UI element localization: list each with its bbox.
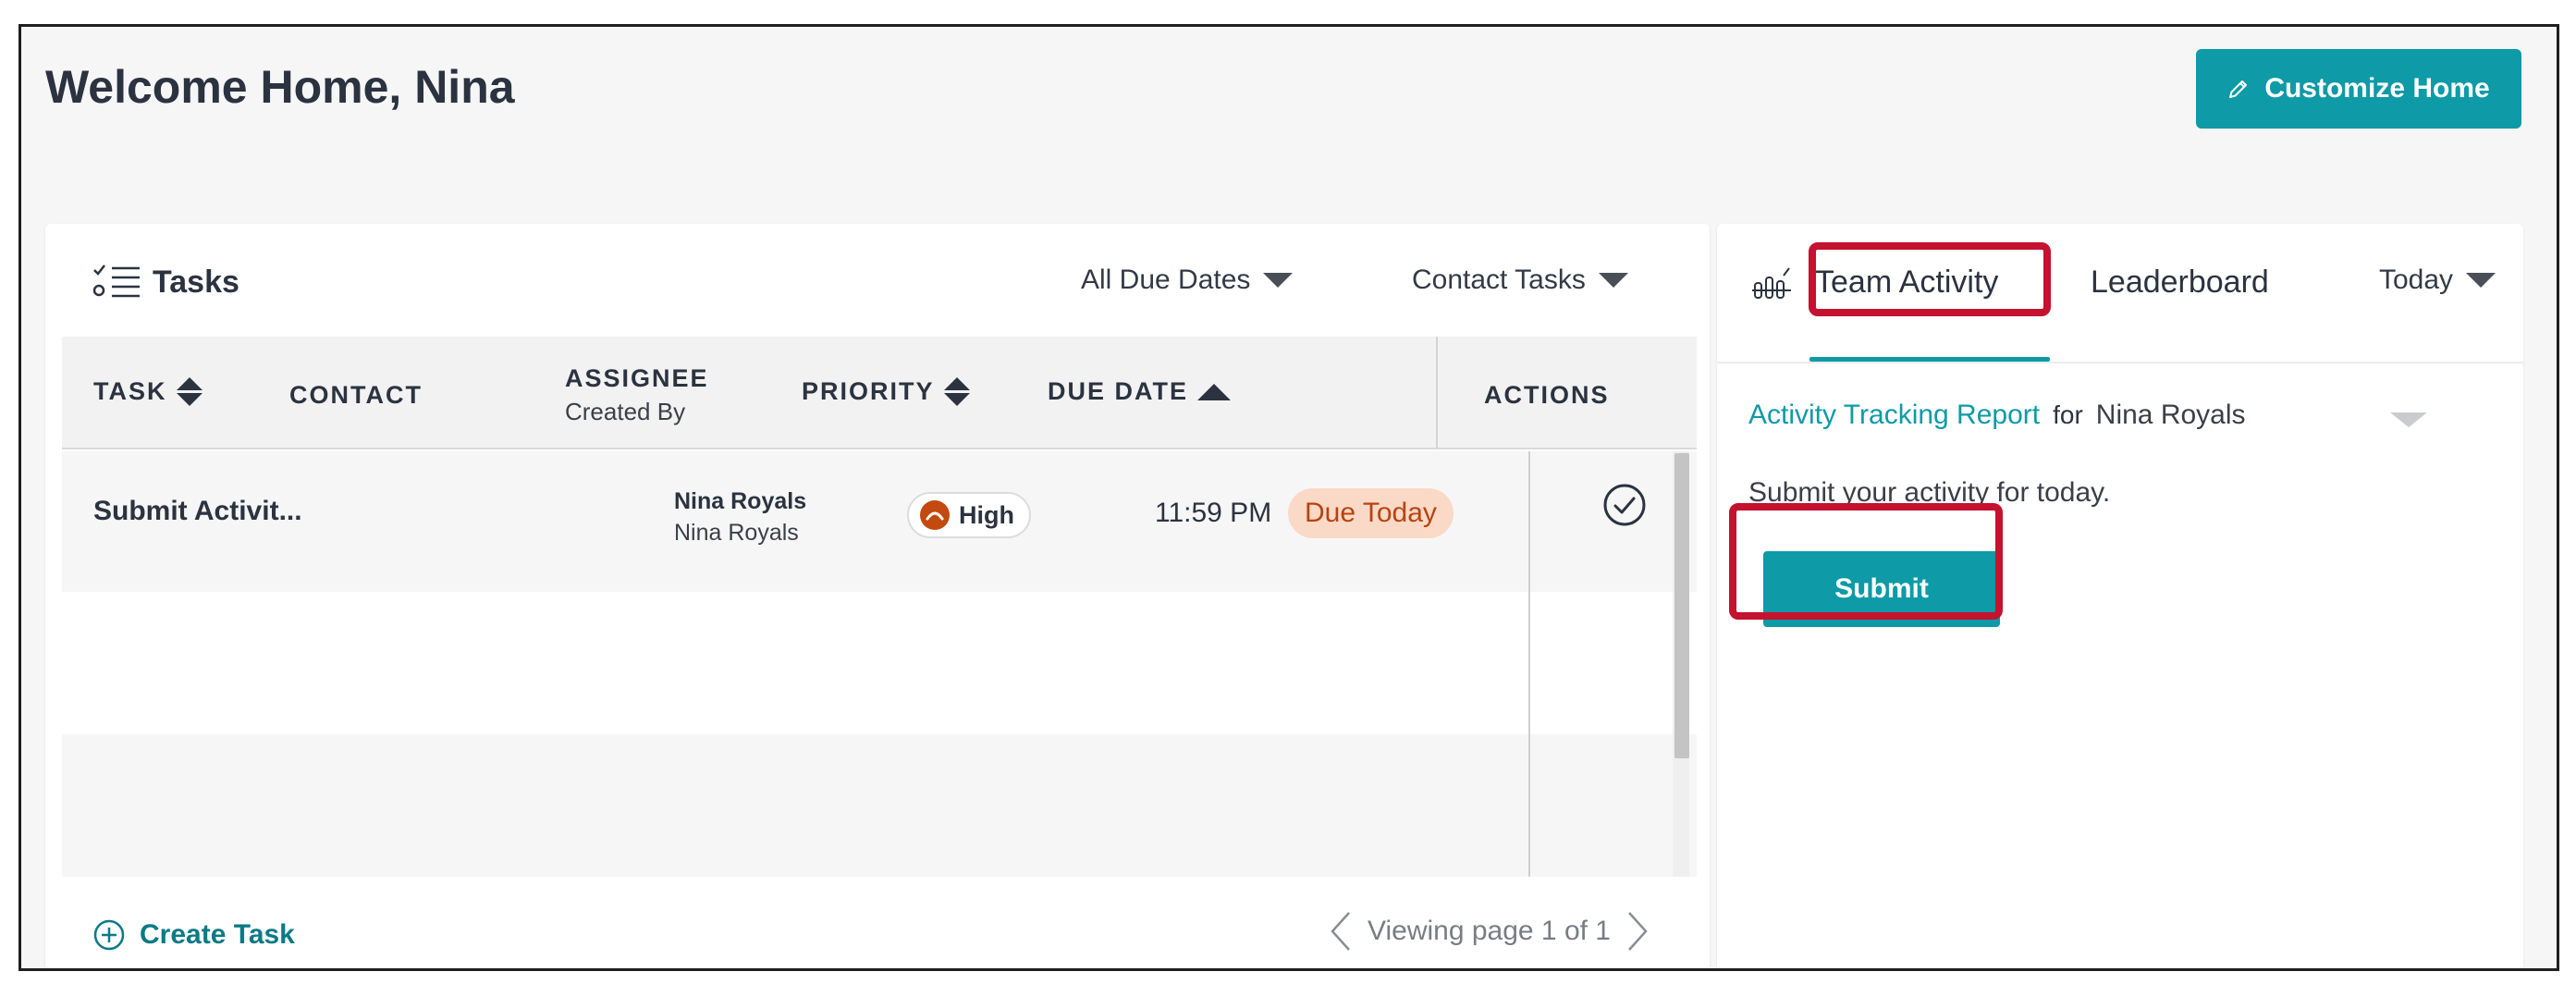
column-header-task[interactable]: TASK (93, 377, 202, 406)
task-assignee: Nina Royals (674, 488, 807, 514)
table-header: TASK CONTACT ASSIGNEE Created By PRIORIT… (62, 337, 1697, 449)
period-filter-label: Today (2379, 264, 2454, 295)
pagination-label: Viewing page 1 of 1 (1368, 916, 1611, 946)
priority-high-icon (920, 500, 950, 530)
sort-asc-icon (1197, 383, 1232, 400)
due-status-badge: Due Today (1288, 488, 1454, 538)
page-title: Welcome Home, Nina (45, 61, 515, 113)
task-name[interactable]: Submit Activit... (93, 496, 302, 527)
column-header-actions: ACTIONS (1484, 381, 1610, 409)
check-circle-icon[interactable] (1602, 483, 1647, 527)
customize-home-label: Customize Home (2264, 73, 2490, 104)
task-created-by: Nina Royals (674, 520, 799, 546)
create-task-button[interactable]: Create Task (93, 919, 295, 951)
caret-down-icon[interactable] (2390, 412, 2427, 427)
submit-prompt: Submit your activity for today. (1748, 477, 2111, 508)
table-row-empty (62, 592, 1697, 734)
column-subheader-created-by: Created By (565, 398, 686, 425)
report-selector: Activity Tracking Report for Nina Royals (1748, 400, 2246, 431)
team-activity-card: Team Activity Leaderboard Today Activity… (1717, 224, 2523, 968)
due-dates-filter[interactable]: All Due Dates (1081, 264, 1294, 296)
task-type-filter[interactable]: Contact Tasks (1412, 264, 1628, 296)
due-dates-filter-label: All Due Dates (1081, 264, 1251, 295)
column-label-due-date: DUE DATE (1048, 377, 1189, 405)
activity-report-link[interactable]: Activity Tracking Report (1748, 400, 2040, 431)
caret-down-icon (1263, 273, 1294, 288)
tab-leaderboard[interactable]: Leaderboard (2091, 264, 2269, 301)
table-row-empty (62, 734, 1697, 877)
submit-button[interactable]: Submit (1763, 551, 2000, 627)
column-divider (1528, 451, 1530, 877)
plus-circle-icon (93, 919, 125, 951)
period-filter[interactable]: Today (2379, 264, 2496, 296)
column-header-assignee: ASSIGNEE (565, 364, 709, 392)
caret-down-icon (1598, 273, 1628, 288)
sort-icon (176, 377, 202, 406)
column-divider (1436, 337, 1438, 448)
customize-home-button[interactable]: Customize Home (2196, 49, 2521, 129)
tasks-title: Tasks (153, 264, 239, 300)
priority-badge: High (907, 492, 1031, 538)
priority-label: High (959, 500, 1014, 529)
column-header-due-date[interactable]: DUE DATE (1048, 377, 1232, 406)
column-label-priority: PRIORITY (802, 377, 935, 405)
report-user: Nina Royals (2095, 400, 2246, 430)
tab-team-activity[interactable]: Team Activity (1815, 264, 1998, 301)
pagination: Viewing page 1 of 1 (1327, 910, 1651, 953)
column-header-contact: CONTACT (289, 381, 423, 409)
sort-icon (943, 377, 970, 406)
app-window: Welcome Home, Nina Customize Home Tasks … (18, 24, 2559, 971)
task-type-filter-label: Contact Tasks (1412, 264, 1586, 295)
report-for-text: for (2053, 400, 2083, 429)
activity-chart-icon (1752, 267, 1791, 299)
column-label-task: TASK (93, 377, 167, 405)
tasks-card: Tasks All Due Dates Contact Tasks TASK C… (45, 224, 1710, 968)
pencil-icon (2229, 80, 2248, 98)
chevron-right-icon[interactable] (1624, 910, 1651, 953)
column-header-priority[interactable]: PRIORITY (802, 377, 970, 406)
tasks-list-icon (92, 264, 140, 298)
due-time: 11:59 PM (1155, 498, 1272, 528)
divider (1717, 362, 2523, 363)
create-task-label: Create Task (140, 919, 295, 950)
table-scrollbar-thumb[interactable] (1674, 453, 1689, 758)
caret-down-icon (2466, 273, 2496, 288)
chevron-left-icon[interactable] (1327, 910, 1355, 953)
